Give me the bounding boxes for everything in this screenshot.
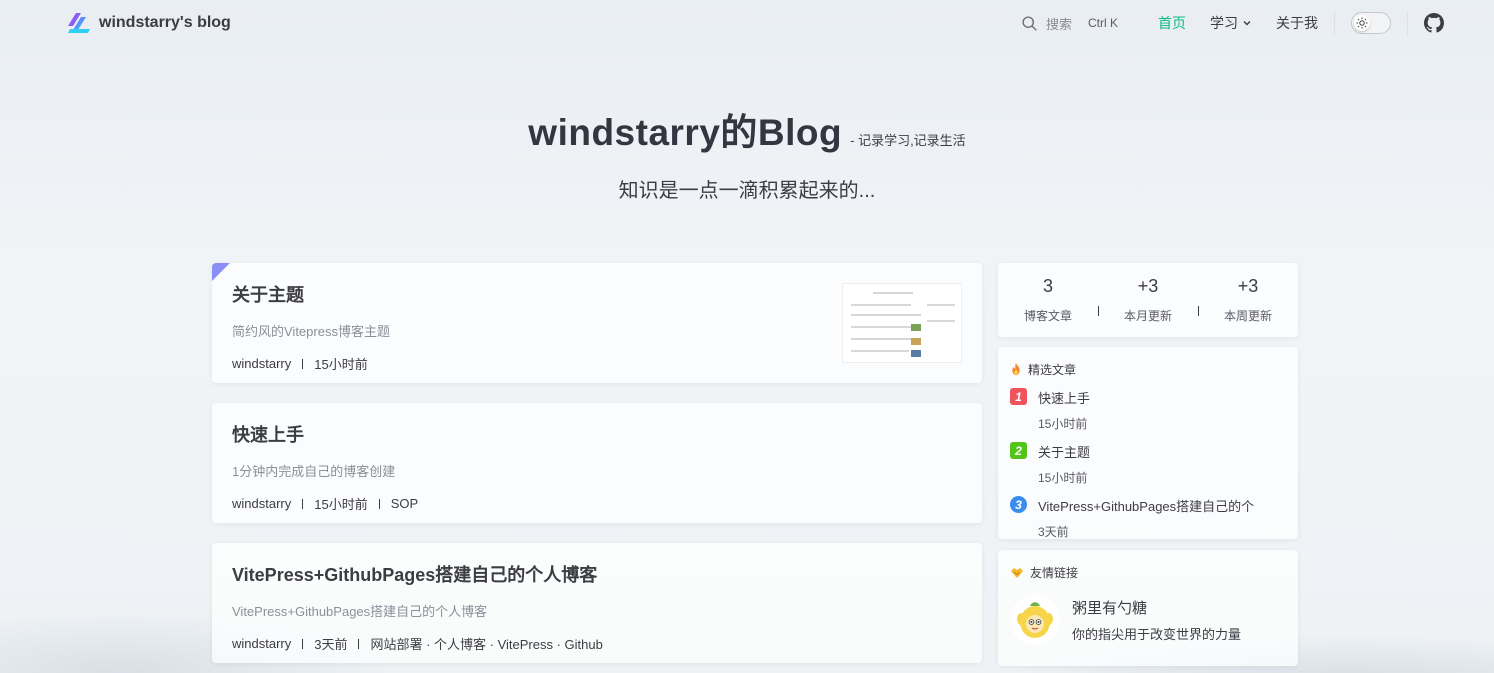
nav-divider-2: [1407, 11, 1408, 35]
search-shortcut: Ctrl K: [1088, 16, 1118, 30]
featured-item[interactable]: 3 VitePress+GithubPages搭建自己的个 3天前: [1010, 496, 1286, 540]
post-author: windstarry: [232, 636, 292, 651]
featured-heading: 精选文章: [1010, 361, 1286, 378]
search-label: 搜索: [1045, 16, 1072, 32]
stat-value: +3: [1237, 276, 1259, 296]
post-time: 3天前: [314, 637, 348, 652]
friend-link[interactable]: 粥里有勺糖 你的指尖用于改变世界的力量: [1010, 595, 1286, 645]
stat-week: +3 本周更新: [1198, 276, 1298, 324]
featured-item[interactable]: 1 快速上手 15小时前: [1010, 388, 1286, 432]
stat-posts: 3 博客文章: [998, 276, 1098, 324]
stat-value: 3: [1042, 276, 1053, 296]
search-icon: [1022, 15, 1037, 31]
hero-tagline: - 记录学习,记录生活: [850, 133, 966, 148]
pinned-corner-icon: [212, 263, 230, 281]
post-time: 15小时前: [314, 357, 368, 372]
theme-toggle[interactable]: [1351, 12, 1391, 34]
featured-time: 15小时前: [1038, 471, 1088, 485]
friends-heading-label: 友情链接: [1030, 566, 1079, 580]
stats-card: 3 博客文章 +3 本月更新 +3 本周更新: [998, 263, 1298, 337]
post-card[interactable]: 快速上手 1分钟内完成自己的博客创建 windstarry 15小时前 SOP: [212, 403, 982, 523]
rank-badge: 3: [1010, 496, 1027, 513]
friend-description: 你的指尖用于改变世界的力量: [1072, 627, 1242, 642]
handshake-icon: [1011, 567, 1023, 577]
featured-title: VitePress+GithubPages搭建自己的个: [1038, 499, 1255, 514]
featured-item[interactable]: 2 关于主题 15小时前: [1010, 442, 1286, 486]
stat-label: 博客文章: [1023, 309, 1072, 323]
github-icon[interactable]: [1424, 13, 1444, 33]
post-meta: windstarry 3天前 网站部署 · 个人博客 · VitePress ·…: [232, 634, 962, 653]
avatar: [1010, 595, 1060, 645]
brand[interactable]: windstarry's blog: [67, 12, 231, 34]
friends-heading: 友情链接: [1010, 564, 1286, 581]
brand-title: windstarry's blog: [99, 14, 231, 31]
rank-badge: 1: [1010, 388, 1027, 405]
featured-time: 15小时前: [1038, 417, 1088, 431]
featured-time: 3天前: [1038, 525, 1069, 539]
post-description: 1分钟内完成自己的博客创建: [232, 464, 396, 479]
hero-title: windstarry的Blog: [528, 112, 843, 153]
nav-home[interactable]: 首页: [1158, 13, 1186, 33]
post-author: windstarry: [232, 496, 292, 511]
post-author: windstarry: [232, 356, 292, 371]
stat-value: +3: [1137, 276, 1159, 296]
logo-icon: [68, 13, 90, 33]
featured-heading-label: 精选文章: [1028, 363, 1077, 377]
post-card[interactable]: 关于主题 简约风的Vitepress博客主题 windstarry 15小时前: [212, 263, 982, 383]
featured-posts-card: 精选文章 1 快速上手 15小时前 2 关于主题 15小时前 3 VitePre…: [998, 347, 1298, 539]
stat-month: +3 本月更新: [1098, 276, 1198, 324]
nav-learn-label: 学习: [1210, 15, 1238, 31]
sun-icon: [1356, 17, 1368, 29]
fire-icon: [1012, 363, 1020, 376]
stat-label: 本周更新: [1223, 309, 1272, 323]
chevron-down-icon: [1243, 21, 1251, 26]
post-title: 快速上手: [232, 425, 304, 445]
nav-about[interactable]: 关于我: [1276, 13, 1318, 33]
top-nav: windstarry's blog 搜索 Ctrl K 首页 学习 关于我: [0, 0, 1494, 46]
friend-links-card: 友情链接 粥里有勺糖 你的指尖用于改变世界的力量: [998, 550, 1298, 666]
post-time: 15小时前: [314, 497, 368, 512]
post-card[interactable]: VitePress+GithubPages搭建自己的个人博客 VitePress…: [212, 543, 982, 663]
post-tags[interactable]: SOP: [391, 496, 418, 511]
nav-learn[interactable]: 学习: [1210, 13, 1252, 33]
post-tags[interactable]: 网站部署 · 个人博客 · VitePress · Github: [370, 634, 602, 653]
rank-badge: 2: [1010, 442, 1027, 459]
friend-name: 粥里有勺糖: [1072, 600, 1148, 617]
post-meta: windstarry 15小时前 SOP: [232, 494, 962, 513]
featured-title: 关于主题: [1038, 445, 1091, 460]
stat-label: 本月更新: [1123, 309, 1172, 323]
hero: windstarry的Blog - 记录学习,记录生活 知识是一点一滴积累起来的…: [0, 102, 1494, 203]
nav-divider: [1334, 11, 1335, 35]
search-button[interactable]: 搜索 Ctrl K: [1021, 14, 1118, 33]
hero-subtitle: 知识是一点一滴积累起来的...: [618, 180, 876, 202]
post-title: VitePress+GithubPages搭建自己的个人博客: [232, 565, 598, 585]
post-description: VitePress+GithubPages搭建自己的个人博客: [232, 604, 488, 619]
post-thumbnail: [842, 283, 962, 363]
featured-title: 快速上手: [1038, 391, 1091, 406]
